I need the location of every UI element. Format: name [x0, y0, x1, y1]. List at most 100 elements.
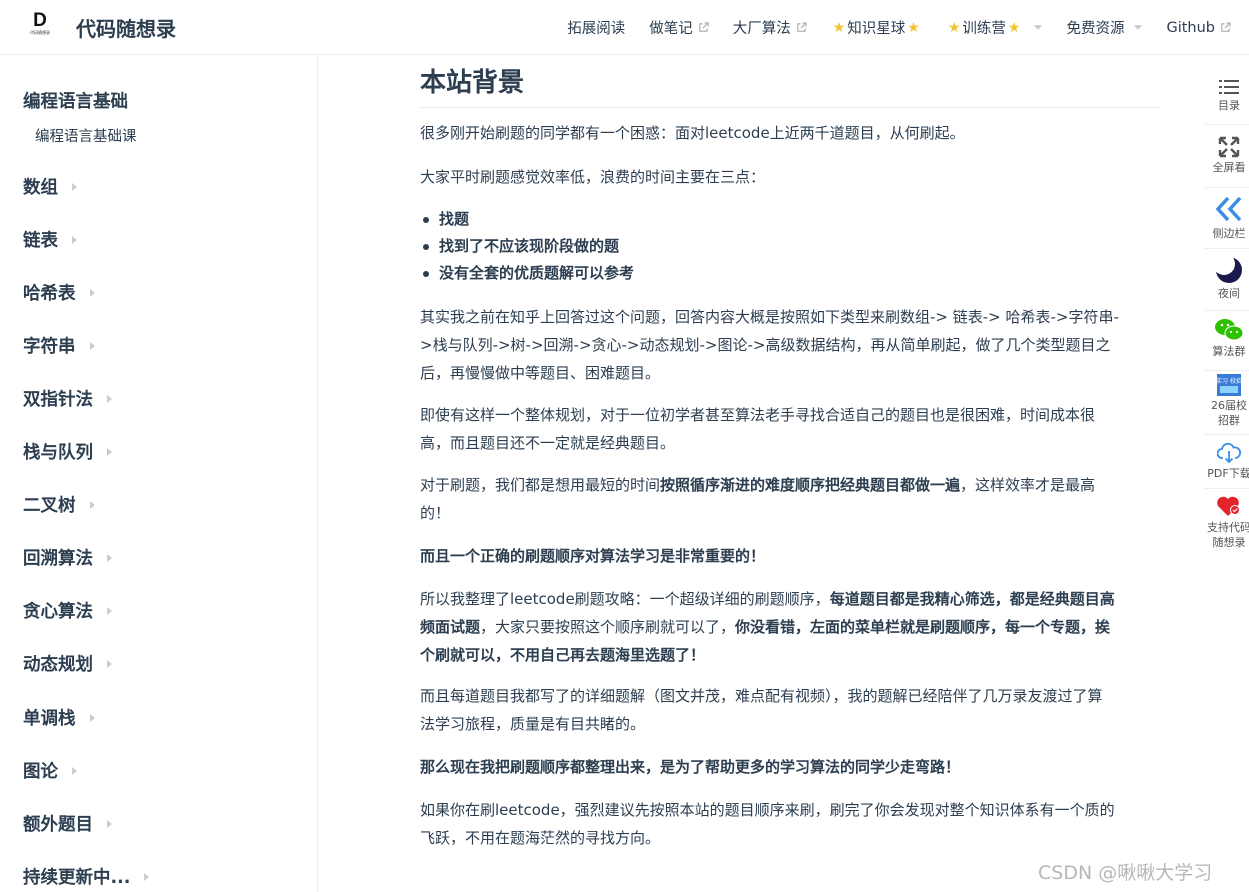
bold-text: 按照循序渐进的难度顺序把经典题目都做一遍: [660, 476, 961, 494]
heart-icon: [1217, 496, 1240, 516]
sidebar-item-array[interactable]: 数组: [23, 174, 77, 199]
toolbar-label: 随想录: [1212, 536, 1246, 549]
paragraph: 而且一个正确的刷题顺序对算法学习是非常重要的！: [420, 542, 1160, 570]
nav-link-camp[interactable]: ★ 训练营 ★: [946, 17, 1043, 38]
recruit-group-button[interactable]: 实习 校招 26届校 招群: [1204, 374, 1249, 428]
sidebar-item-monotonic-stack[interactable]: 单调栈: [23, 705, 95, 730]
sidebar-section-title[interactable]: 编程语言基础: [23, 88, 128, 113]
chevron-down-icon: [1134, 25, 1143, 30]
sidebar-item-binary-tree[interactable]: 二叉树: [23, 492, 95, 517]
sidebar-item-label: 单调栈: [23, 709, 76, 729]
nav-link-reading[interactable]: 拓展阅读: [567, 17, 625, 38]
chevron-right-icon: [107, 606, 112, 615]
nav-link-notes[interactable]: 做笔记: [649, 17, 709, 38]
paragraph: 如果你在刷leetcode，强烈建议先按照本站的题目顺序来刷，刷完了你会发现对整…: [420, 796, 1160, 852]
nav-link-free-resources[interactable]: 免费资源: [1066, 17, 1143, 38]
sidebar-item-linked-list[interactable]: 链表: [23, 227, 77, 252]
sidebar-item-label: 额外题目: [23, 815, 93, 835]
paragraph: 所以我整理了leetcode刷题攻略：一个超级详细的刷题顺序，每道题目都是我精心…: [420, 585, 1160, 669]
nav-link-algorithms[interactable]: 大厂算法: [733, 17, 807, 38]
text-line: 后，再慢慢做中等题目、困难题目。: [420, 364, 661, 382]
algorithm-group-button[interactable]: 算法群: [1204, 318, 1249, 359]
wechat-icon: [1215, 319, 1243, 341]
text-line: >栈与队列->树->回溯->贪心->动态规划->图论->高级数据结构，再从简单刷…: [420, 336, 1111, 354]
paragraph: 即使有这样一个整体规划，对于一位初学者甚至算法老手寻找合适自己的题目也是很困难，…: [420, 401, 1160, 457]
sidebar-item-hash-table[interactable]: 哈希表: [23, 280, 95, 305]
list-item: 没有全套的优质题解可以参考: [420, 260, 1160, 287]
logo-subtext: 代码随想录: [30, 30, 50, 35]
site-name[interactable]: 代码随想录: [76, 13, 176, 42]
text-segment: ，这样效率才是最高: [960, 476, 1096, 494]
csdn-watermark: CSDN @啾啾大学习: [1038, 862, 1213, 884]
night-mode-button[interactable]: 夜间: [1204, 256, 1249, 301]
divider: [1204, 248, 1249, 249]
sidebar-item-label: 数组: [23, 178, 58, 198]
page-title: 本站背景: [420, 65, 1160, 108]
chevron-right-icon: [107, 553, 112, 562]
text-line: 高，而且题目还不一定就是经典题目。: [420, 434, 676, 452]
sidebar-item-updating[interactable]: 持续更新中...: [23, 864, 150, 889]
chevron-right-icon: [89, 713, 95, 722]
nav-link-label: 做笔记: [649, 21, 693, 37]
nav-link-label: 拓展阅读: [567, 21, 626, 37]
pdf-download-button[interactable]: PDF下载: [1204, 442, 1249, 481]
star-icon: ★: [907, 19, 920, 36]
paragraph: 大家平时刷题感觉效率低，浪费的时间主要在三点：: [420, 168, 766, 186]
divider: [1204, 370, 1249, 371]
chevron-right-icon: [89, 500, 95, 509]
bold-text: 频面试题: [420, 618, 481, 636]
list-item: 找题: [420, 206, 1160, 233]
cloud-download-icon: [1217, 442, 1241, 464]
nav-link-planet[interactable]: ★ 知识星球 ★: [831, 17, 922, 38]
text-line: 法学习旅程，质量是有目共睹的。: [420, 715, 646, 733]
toolbar-label: 目录: [1218, 99, 1240, 112]
nav-link-label: 训练营: [962, 21, 1006, 37]
sidebar-item-label: 栈与队列: [23, 443, 93, 463]
sidebar-item-string[interactable]: 字符串: [23, 333, 95, 358]
support-button[interactable]: 支持代码 随想录: [1204, 494, 1249, 550]
nav-link-label: Github: [1166, 19, 1215, 36]
toolbar-label: 全屏看: [1212, 161, 1246, 174]
external-link-icon: [698, 22, 709, 32]
site-logo[interactable]: D 代码随想录: [26, 11, 54, 41]
paragraph: 很多刚开始刷题的同学都有一个困惑：面对leetcode上近两千道题目，从何刷起。: [420, 124, 965, 142]
external-link-icon: [1221, 22, 1231, 32]
chevron-right-icon: [72, 766, 77, 775]
sidebar-item-two-pointers[interactable]: 双指针法: [23, 386, 112, 411]
sidebar-item-dynamic-programming[interactable]: 动态规划: [23, 651, 112, 676]
recruit-badge-icon: 实习 校招: [1217, 374, 1241, 396]
moon-icon: [1215, 256, 1242, 283]
sidebar-item-label: 图论: [23, 762, 58, 782]
bold-text: 那么现在我把刷题顺序都整理出来，是为了帮助更多的学习算法的同学少走弯路！: [420, 758, 961, 776]
sidebar-subitem-language-course[interactable]: 编程语言基础课: [35, 125, 137, 146]
divider: [1204, 124, 1249, 125]
sidebar-item-graph[interactable]: 图论: [23, 758, 77, 783]
divider: [1204, 310, 1249, 311]
chevron-right-icon: [107, 447, 112, 456]
nav-links: 拓展阅读 做笔记 大厂算法 ★ 知识星球 ★ ★ 训练营 ★ 免费资源 Gith…: [543, 0, 1231, 55]
toolbar-label: 夜间: [1218, 287, 1240, 300]
toc-button[interactable]: 目录: [1204, 78, 1249, 113]
sidebar-toggle-button[interactable]: 侧边栏: [1204, 194, 1249, 241]
toolbar-label: 招群: [1218, 414, 1240, 427]
paragraph: 其实我之前在知乎上回答过这个问题，回答内容大概是按照如下类型来刷数组-> 链表-…: [420, 303, 1160, 387]
toolbar-label: 支持代码: [1207, 521, 1249, 534]
bold-text: 而且一个正确的刷题顺序对算法学习是非常重要的！: [420, 547, 766, 565]
text-line: 其实我之前在知乎上回答过这个问题，回答内容大概是按照如下类型来刷数组-> 链表-…: [420, 308, 1119, 326]
text-line: 飞跃，不用在题海茫然的寻找方向。: [420, 829, 661, 847]
sidebar-item-label: 动态规划: [23, 655, 93, 675]
sidebar-item-extra-problems[interactable]: 额外题目: [23, 811, 112, 836]
list-item: 找到了不应该现阶段做的题: [420, 233, 1160, 260]
sidebar-item-stack-queue[interactable]: 栈与队列: [23, 439, 112, 464]
sidebar-item-label: 二叉树: [23, 496, 76, 516]
text-line: 如果你在刷leetcode，强烈建议先按照本站的题目顺序来刷，刷完了你会发现对整…: [420, 801, 1115, 819]
fullscreen-button[interactable]: 全屏看: [1204, 136, 1249, 175]
paragraph: 而且每道题目我都写了的详细题解（图文并茂，难点配有视频），我的题解已经陪伴了几万…: [420, 682, 1160, 738]
star-icon: ★: [947, 19, 961, 36]
paragraph: 那么现在我把刷题顺序都整理出来，是为了帮助更多的学习算法的同学少走弯路！: [420, 753, 1160, 781]
sidebar-item-greedy[interactable]: 贪心算法: [23, 598, 112, 623]
nav-link-github[interactable]: Github: [1166, 20, 1231, 36]
sidebar-item-backtracking[interactable]: 回溯算法: [23, 545, 112, 570]
list-icon: [1219, 80, 1239, 94]
chevron-right-icon: [89, 288, 95, 297]
